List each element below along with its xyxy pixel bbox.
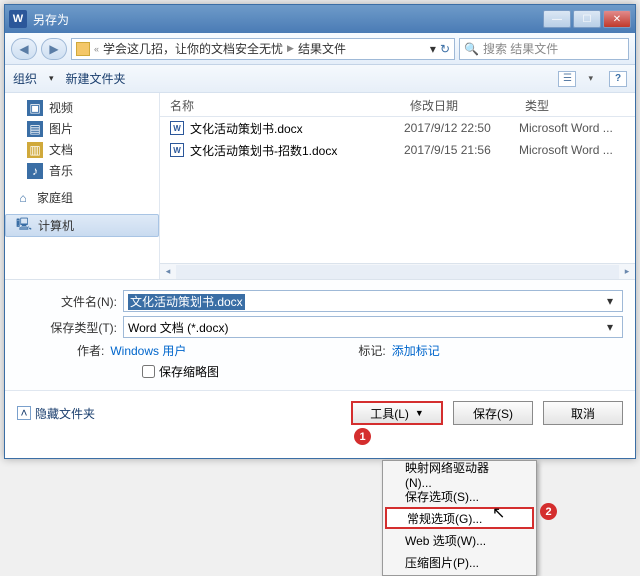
chevron-down-icon: ▼: [415, 408, 424, 418]
chevron-icon: «: [94, 44, 99, 54]
refresh-icon[interactable]: ↻: [440, 42, 450, 56]
save-as-dialog: W 另存为 — ☐ ✕ ◀ ▶ « 学会这几招，让你的文档安全无忧 ▶ 结果文件…: [4, 4, 636, 459]
forward-button[interactable]: ▶: [41, 38, 67, 60]
video-icon: ▣: [27, 100, 43, 116]
breadcrumb-seg2[interactable]: 结果文件: [298, 40, 346, 57]
addr-drop-icon[interactable]: ▾: [430, 42, 436, 56]
cancel-button[interactable]: 取消: [543, 401, 623, 425]
breadcrumb-seg1[interactable]: 学会这几招，让你的文档安全无忧: [103, 40, 283, 57]
nav-homegroup[interactable]: ⌂家庭组: [5, 187, 159, 208]
menu-general-options[interactable]: 常规选项(G)...: [385, 507, 534, 529]
save-button[interactable]: 保存(S): [453, 401, 533, 425]
list-item[interactable]: W 文化活动策划书.docx 2017/9/12 22:50 Microsoft…: [160, 117, 635, 139]
savetype-select[interactable]: Word 文档 (*.docx) ▾: [123, 316, 623, 338]
col-name[interactable]: 名称: [160, 93, 400, 116]
hide-folders-button[interactable]: ˄ 隐藏文件夹: [17, 405, 95, 422]
chevron-right-icon: ▶: [287, 43, 294, 54]
nav-computer[interactable]: 🖳计算机: [5, 214, 159, 237]
nav-pictures[interactable]: ▤图片: [5, 118, 159, 139]
minimize-button[interactable]: —: [543, 10, 571, 28]
close-button[interactable]: ✕: [603, 10, 631, 28]
thumbnail-label: 保存缩略图: [159, 363, 219, 380]
button-row: ˄ 隐藏文件夹 工具(L) ▼ 保存(S) 取消: [5, 390, 635, 435]
col-type[interactable]: 类型: [515, 93, 635, 116]
search-placeholder: 搜索 结果文件: [483, 40, 558, 57]
nav-documents[interactable]: ▥文档: [5, 139, 159, 160]
nav-videos[interactable]: ▣视频: [5, 97, 159, 118]
annotation-badge-2: 2: [540, 503, 557, 520]
folder-icon: [76, 42, 90, 56]
address-bar[interactable]: « 学会这几招，让你的文档安全无忧 ▶ 结果文件 ▾ ↻: [71, 38, 455, 60]
view-icon[interactable]: ☰: [558, 71, 576, 87]
chevron-down-icon[interactable]: ▾: [602, 294, 618, 308]
file-list: 名称 修改日期 类型 W 文化活动策划书.docx 2017/9/12 22:5…: [160, 93, 635, 279]
form-area: 文件名(N): 文化活动策划书.docx ▾ 保存类型(T): Word 文档 …: [5, 279, 635, 390]
help-icon[interactable]: ?: [609, 71, 627, 87]
docx-icon: W: [170, 121, 184, 135]
word-icon: W: [9, 10, 27, 28]
computer-icon: 🖳: [16, 218, 32, 234]
search-input[interactable]: 🔍 搜索 结果文件: [459, 38, 629, 60]
picture-icon: ▤: [27, 121, 43, 137]
new-folder-button[interactable]: 新建文件夹: [66, 70, 126, 87]
menu-map-drive[interactable]: 映射网络驱动器(N)...: [385, 463, 534, 485]
maximize-button[interactable]: ☐: [573, 10, 601, 28]
document-icon: ▥: [27, 142, 43, 158]
titlebar[interactable]: W 另存为 — ☐ ✕: [5, 5, 635, 33]
col-date[interactable]: 修改日期: [400, 93, 515, 116]
list-header: 名称 修改日期 类型: [160, 93, 635, 117]
menu-compress-pictures[interactable]: 压缩图片(P)...: [385, 551, 534, 573]
annotation-badge-1: 1: [354, 428, 371, 445]
toolbar: 组织 ▾ 新建文件夹 ☰ ▾ ?: [5, 65, 635, 93]
music-icon: ♪: [27, 163, 43, 179]
filename-input[interactable]: 文化活动策划书.docx ▾: [123, 290, 623, 312]
chevron-down-icon[interactable]: ▾: [602, 320, 618, 334]
author-value[interactable]: Windows 用户: [110, 342, 186, 359]
filename-label: 文件名(N):: [17, 293, 117, 310]
tag-label: 标记:: [358, 342, 385, 359]
nav-row: ◀ ▶ « 学会这几招，让你的文档安全无忧 ▶ 结果文件 ▾ ↻ 🔍 搜索 结果…: [5, 33, 635, 65]
list-item[interactable]: W 文化活动策划书-招数1.docx 2017/9/15 21:56 Micro…: [160, 139, 635, 161]
nav-pane: ▣视频 ▤图片 ▥文档 ♪音乐 ⌂家庭组 🖳计算机: [5, 93, 160, 279]
chevron-up-icon: ˄: [17, 406, 31, 420]
tools-button[interactable]: 工具(L) ▼: [351, 401, 443, 425]
savetype-label: 保存类型(T):: [17, 319, 117, 336]
scroll-left-icon[interactable]: ◂: [160, 265, 176, 279]
homegroup-icon: ⌂: [15, 190, 31, 206]
scroll-right-icon[interactable]: ▸: [619, 265, 635, 279]
menu-web-options[interactable]: Web 选项(W)...: [385, 529, 534, 551]
h-scrollbar[interactable]: ◂ ▸: [160, 263, 635, 279]
author-label: 作者:: [77, 342, 104, 359]
thumbnail-checkbox[interactable]: [142, 365, 155, 378]
nav-music[interactable]: ♪音乐: [5, 160, 159, 181]
docx-icon: W: [170, 143, 184, 157]
tag-value[interactable]: 添加标记: [392, 342, 440, 359]
search-icon: 🔍: [464, 42, 479, 56]
window-title: 另存为: [33, 11, 541, 28]
tools-dropdown: 映射网络驱动器(N)... 保存选项(S)... 常规选项(G)... Web …: [382, 460, 537, 576]
organize-button[interactable]: 组织: [13, 70, 37, 87]
back-button[interactable]: ◀: [11, 38, 37, 60]
